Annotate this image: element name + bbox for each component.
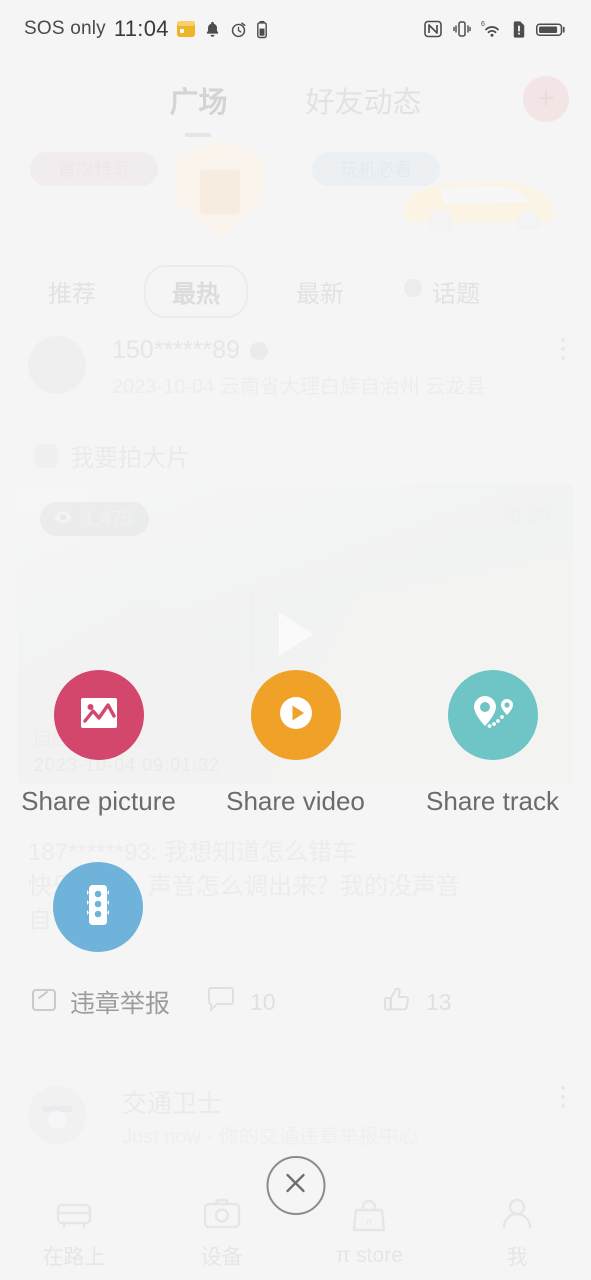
status-bar: SOS only 11:04 6 (0, 0, 591, 58)
alarm-clock-icon (229, 20, 248, 39)
share-picture-button[interactable] (53, 670, 144, 760)
svg-text:6: 6 (481, 21, 485, 28)
traffic-light-icon (76, 881, 120, 934)
battery-saver-icon (255, 20, 269, 39)
vibrate-icon (452, 19, 472, 39)
calendar-icon (176, 19, 196, 39)
app-screen: SOS only 11:04 6 广场 好友动态 + 首次特写 玩机必看 推荐 … (0, 0, 591, 1280)
map-pin-track-icon (468, 690, 518, 741)
share-track-label: Share track (426, 786, 559, 816)
sim-alert-icon (512, 20, 526, 39)
share-video-button[interactable] (250, 670, 341, 760)
nfc-icon (423, 19, 443, 39)
carrier-label: SOS only (24, 18, 106, 39)
close-icon (283, 1170, 309, 1201)
share-picture-option[interactable]: Share picture (0, 670, 197, 817)
picture-icon (78, 694, 120, 737)
status-bar-left: SOS only 11:04 (24, 16, 269, 42)
play-icon (273, 690, 319, 741)
status-bar-right: 6 (423, 19, 567, 39)
share-video-option[interactable]: Share video (197, 670, 394, 817)
share-video-label: Share video (226, 786, 365, 816)
share-action-sheet: Share picture Share video Share track (0, 0, 591, 1280)
bell-icon (203, 20, 222, 39)
share-picture-label: Share picture (21, 786, 176, 816)
share-track-option[interactable]: Share track (394, 670, 591, 817)
share-track-button[interactable] (447, 670, 538, 760)
traffic-light-button[interactable] (53, 862, 143, 952)
wifi-icon: 6 (481, 19, 503, 39)
battery-icon (535, 20, 567, 39)
clock-label: 11:04 (113, 16, 169, 41)
share-options-row: Share picture Share video Share track (0, 670, 591, 817)
close-button[interactable] (266, 1156, 325, 1215)
